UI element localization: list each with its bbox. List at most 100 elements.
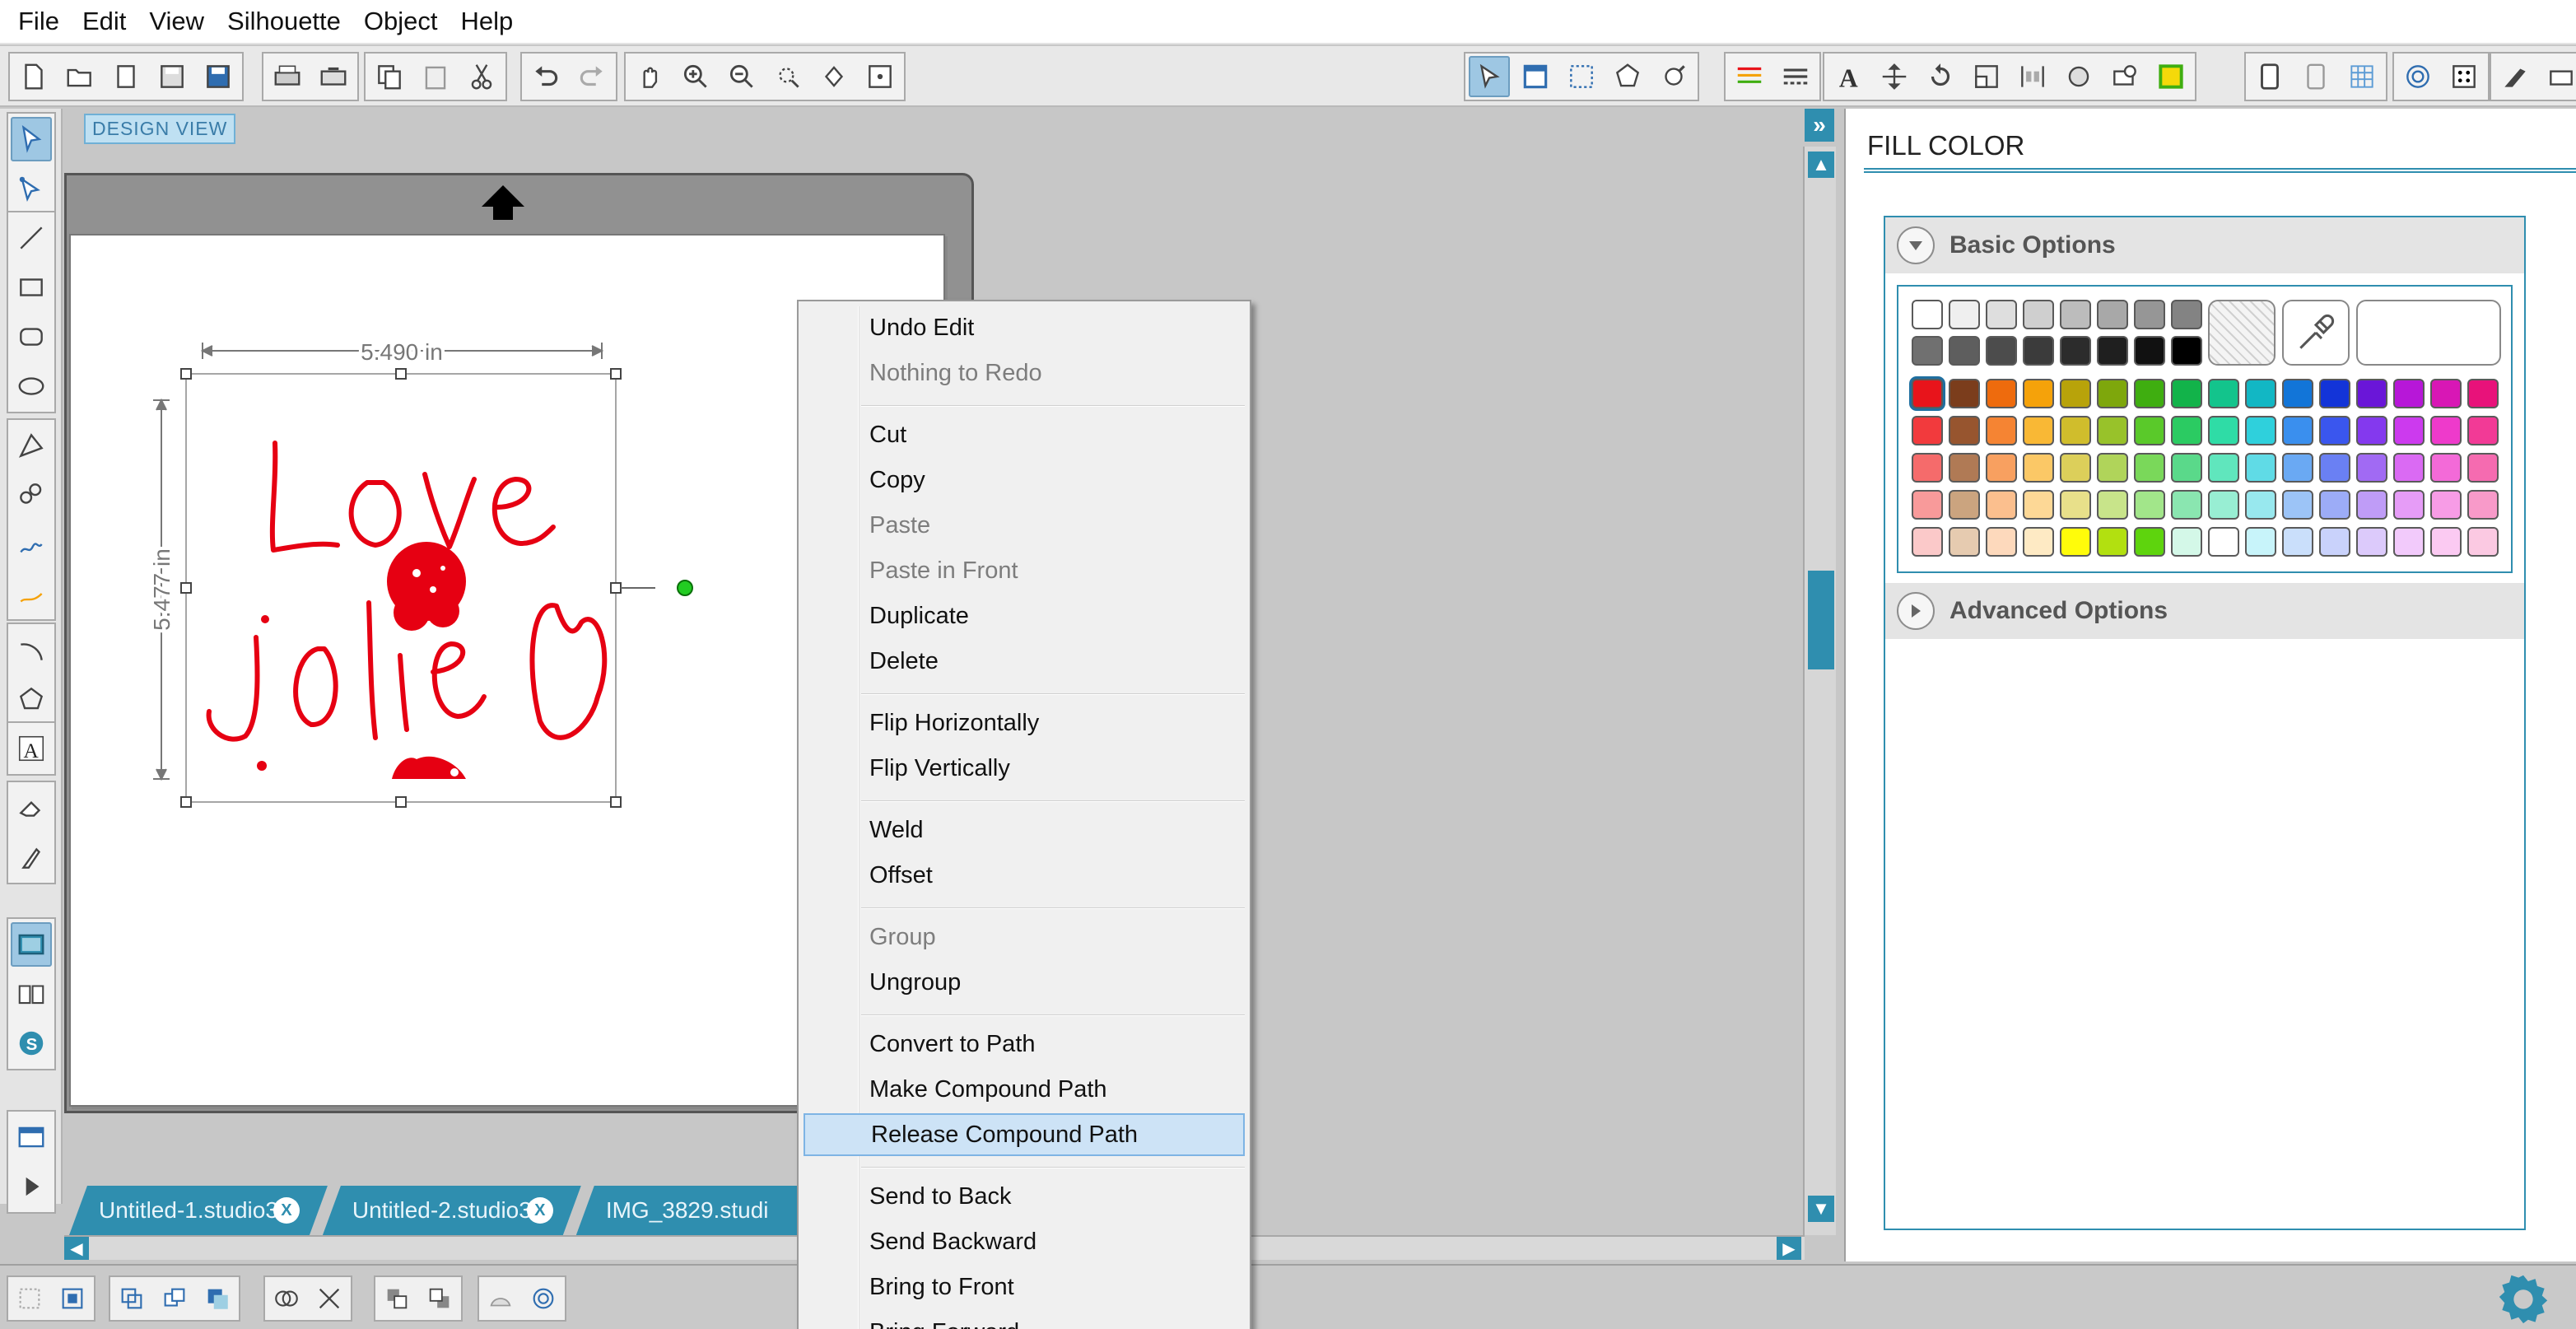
polygon-tool-icon[interactable]	[11, 423, 52, 468]
paste-icon[interactable]	[415, 56, 456, 97]
pan-hand-icon[interactable]	[629, 56, 670, 97]
color-swatch[interactable]	[2208, 379, 2239, 408]
color-swatch[interactable]	[2319, 416, 2350, 445]
zoom-fit-icon[interactable]	[813, 56, 855, 97]
menu-item-send-to-back[interactable]: Send to Back	[804, 1175, 1245, 1218]
color-swatch[interactable]	[2467, 453, 2499, 483]
make-shadow-icon[interactable]	[199, 1280, 235, 1317]
color-swatch[interactable]	[2245, 416, 2276, 445]
gray-swatch[interactable]	[1949, 336, 1980, 366]
color-swatch[interactable]	[2097, 490, 2128, 520]
color-swatch[interactable]	[2060, 490, 2091, 520]
gray-swatch[interactable]	[2171, 300, 2202, 329]
eyedropper-icon[interactable]	[2282, 300, 2350, 366]
menu-item-copy[interactable]: Copy	[804, 459, 1245, 501]
color-swatch[interactable]	[2282, 453, 2313, 483]
open-library-icon[interactable]	[105, 56, 147, 97]
gray-swatch[interactable]	[2060, 300, 2091, 329]
fill-color-icon[interactable]	[2150, 56, 2192, 97]
align-icon[interactable]	[2012, 56, 2053, 97]
color-swatch[interactable]	[2134, 490, 2165, 520]
color-swatch[interactable]	[2282, 490, 2313, 520]
color-swatch[interactable]	[2467, 527, 2499, 557]
grid-icon[interactable]	[2341, 56, 2383, 97]
redo-icon[interactable]	[571, 56, 613, 97]
close-tab-icon[interactable]: X	[527, 1197, 553, 1224]
scale-icon[interactable]	[1966, 56, 2007, 97]
rounded-rect-tool-icon[interactable]	[11, 315, 52, 359]
delete-all-icon[interactable]	[311, 1280, 347, 1317]
play-icon[interactable]	[11, 1164, 52, 1209]
trace-icon[interactable]	[1607, 56, 1648, 97]
scroll-thumb[interactable]	[1808, 571, 1834, 669]
menu-item-release-compound-path[interactable]: Release Compound Path	[804, 1113, 1245, 1156]
color-swatch[interactable]	[2134, 416, 2165, 445]
edit-points-icon[interactable]	[11, 166, 52, 211]
scroll-left-icon[interactable]: ◀	[64, 1237, 89, 1260]
gray-swatch[interactable]	[1912, 300, 1943, 329]
undo-icon[interactable]	[525, 56, 566, 97]
scroll-up-icon[interactable]: ▲	[1808, 152, 1834, 178]
color-swatch[interactable]	[1949, 416, 1980, 445]
cut-settings-icon[interactable]	[1653, 56, 1694, 97]
color-swatch[interactable]	[2097, 416, 2128, 445]
print-icon[interactable]	[267, 56, 308, 97]
gray-swatch[interactable]	[2097, 300, 2128, 329]
color-swatch[interactable]	[2430, 453, 2462, 483]
send-to-cutter-icon[interactable]	[313, 56, 354, 97]
advanced-options-header[interactable]: Advanced Options	[1885, 583, 2524, 639]
save-as-icon[interactable]	[198, 56, 239, 97]
scroll-right-icon[interactable]: ▶	[1777, 1237, 1801, 1260]
color-swatch[interactable]	[2245, 453, 2276, 483]
color-swatch[interactable]	[2023, 379, 2054, 408]
zoom-in-icon[interactable]	[675, 56, 716, 97]
scroll-down-icon[interactable]: ▼	[1808, 1196, 1834, 1222]
vertical-scrollbar[interactable]: ▲ ▼	[1803, 147, 1836, 1235]
page-setup-icon[interactable]	[1515, 56, 1556, 97]
color-swatch[interactable]	[2356, 490, 2387, 520]
doc-tab-untitled-1[interactable]: Untitled-1.studio3 X	[69, 1186, 328, 1235]
mirror-icon[interactable]	[482, 1280, 519, 1317]
knife-icon[interactable]	[2494, 56, 2536, 97]
copy-icon[interactable]	[369, 56, 410, 97]
close-tab-icon[interactable]: X	[273, 1197, 300, 1224]
freehand-tool-icon[interactable]	[11, 522, 52, 567]
gray-swatch[interactable]	[1912, 336, 1943, 366]
color-swatch[interactable]	[2467, 416, 2499, 445]
save-icon[interactable]	[151, 56, 193, 97]
expand-arrow-icon[interactable]	[1897, 592, 1935, 630]
color-swatch[interactable]	[1912, 453, 1943, 483]
color-swatch[interactable]	[2467, 379, 2499, 408]
ungroup-icon[interactable]	[54, 1280, 91, 1317]
color-swatch[interactable]	[2430, 416, 2462, 445]
trace-panel-icon[interactable]	[2397, 56, 2439, 97]
eraser-panel-icon[interactable]	[2541, 56, 2576, 97]
replicate-icon[interactable]	[2058, 56, 2099, 97]
arc-tool-icon[interactable]	[11, 627, 52, 672]
color-swatch[interactable]	[1986, 453, 2017, 483]
pointer-tool-icon[interactable]	[11, 117, 52, 161]
zoom-out-icon[interactable]	[721, 56, 762, 97]
color-swatch[interactable]	[2023, 490, 2054, 520]
color-swatch[interactable]	[2245, 490, 2276, 520]
curve-tool-icon[interactable]	[11, 473, 52, 517]
color-swatch[interactable]	[2393, 416, 2425, 445]
color-swatch[interactable]	[2097, 453, 2128, 483]
gray-swatch[interactable]	[1986, 336, 2017, 366]
open-file-icon[interactable]	[59, 56, 100, 97]
color-swatch[interactable]	[2430, 490, 2462, 520]
rectangle-tool-icon[interactable]	[11, 265, 52, 310]
cut-icon[interactable]	[461, 56, 502, 97]
line-tool-icon[interactable]	[11, 216, 52, 260]
bring-front-icon[interactable]	[379, 1280, 415, 1317]
line-style-panel-icon[interactable]	[2295, 56, 2336, 97]
color-swatch[interactable]	[2245, 379, 2276, 408]
menu-edit[interactable]: Edit	[71, 7, 137, 36]
registration-icon[interactable]	[1561, 56, 1602, 97]
menu-object[interactable]: Object	[352, 7, 450, 36]
modify-icon[interactable]	[2104, 56, 2145, 97]
library-icon[interactable]	[11, 972, 52, 1016]
color-swatch[interactable]	[2134, 527, 2165, 557]
zoom-select-icon[interactable]	[767, 56, 808, 97]
menu-item-convert-to-path[interactable]: Convert to Path	[804, 1023, 1245, 1066]
